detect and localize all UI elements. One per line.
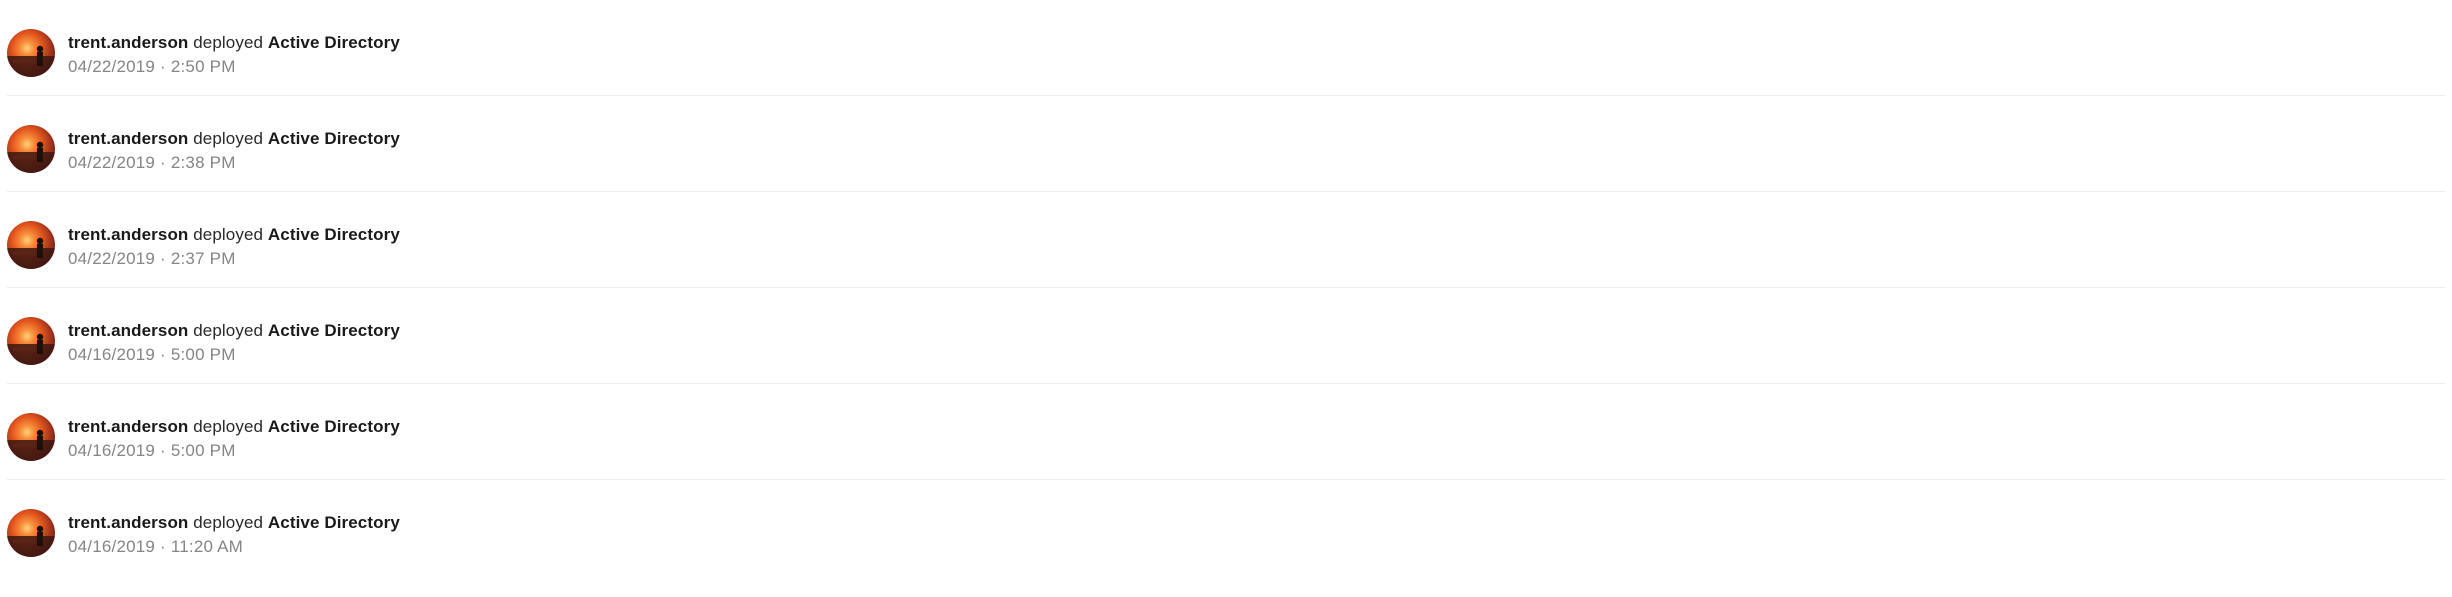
entry-summary: trent.anderson deployed Active Directory	[68, 128, 400, 150]
timestamp-separator: ·	[160, 249, 166, 268]
action-verb: deployed	[193, 33, 264, 52]
entry-text: trent.anderson deployed Active Directory…	[68, 416, 400, 462]
user-link[interactable]: trent.anderson	[68, 129, 188, 148]
entry-timestamp: 04/16/2019 · 5:00 PM	[68, 440, 400, 462]
action-verb: deployed	[193, 417, 264, 436]
target-link[interactable]: Active Directory	[268, 513, 400, 532]
user-avatar	[7, 221, 55, 269]
user-link[interactable]: trent.anderson	[68, 33, 188, 52]
activity-entry: trent.anderson deployed Active Directory…	[7, 384, 2445, 480]
entry-time: 5:00 PM	[170, 441, 236, 460]
activity-entry: trent.anderson deployed Active Directory…	[7, 480, 2445, 576]
entry-date: 04/16/2019	[68, 345, 156, 364]
timestamp-separator: ·	[160, 57, 166, 76]
user-link[interactable]: trent.anderson	[68, 321, 188, 340]
entry-timestamp: 04/22/2019 · 2:50 PM	[68, 56, 400, 78]
entry-date: 04/16/2019	[68, 537, 156, 556]
entry-timestamp: 04/22/2019 · 2:37 PM	[68, 248, 400, 270]
entry-date: 04/22/2019	[68, 153, 156, 172]
entry-time: 11:20 AM	[170, 537, 244, 556]
entry-time: 2:50 PM	[170, 57, 236, 76]
entry-text: trent.anderson deployed Active Directory…	[68, 320, 400, 366]
entry-time: 2:37 PM	[170, 249, 236, 268]
entry-date: 04/22/2019	[68, 57, 156, 76]
user-avatar	[7, 509, 55, 557]
activity-entry: trent.anderson deployed Active Directory…	[7, 288, 2445, 384]
entry-summary: trent.anderson deployed Active Directory	[68, 320, 400, 342]
activity-entry: trent.anderson deployed Active Directory…	[7, 96, 2445, 192]
user-avatar	[7, 125, 55, 173]
entry-summary: trent.anderson deployed Active Directory	[68, 512, 400, 534]
entry-text: trent.anderson deployed Active Directory…	[68, 32, 400, 78]
action-verb: deployed	[193, 321, 264, 340]
user-avatar	[7, 413, 55, 461]
entry-text: trent.anderson deployed Active Directory…	[68, 128, 400, 174]
target-link[interactable]: Active Directory	[268, 225, 400, 244]
activity-entry: trent.anderson deployed Active Directory…	[7, 0, 2445, 96]
user-avatar	[7, 317, 55, 365]
user-link[interactable]: trent.anderson	[68, 417, 188, 436]
user-link[interactable]: trent.anderson	[68, 225, 188, 244]
entry-summary: trent.anderson deployed Active Directory	[68, 416, 400, 438]
activity-entry: trent.anderson deployed Active Directory…	[7, 192, 2445, 288]
entry-text: trent.anderson deployed Active Directory…	[68, 512, 400, 558]
entry-date: 04/22/2019	[68, 249, 156, 268]
target-link[interactable]: Active Directory	[268, 417, 400, 436]
timestamp-separator: ·	[160, 537, 166, 556]
entry-summary: trent.anderson deployed Active Directory	[68, 32, 400, 54]
action-verb: deployed	[193, 225, 264, 244]
timestamp-separator: ·	[160, 345, 166, 364]
user-link[interactable]: trent.anderson	[68, 513, 188, 532]
entry-timestamp: 04/16/2019 · 5:00 PM	[68, 344, 400, 366]
entry-time: 2:38 PM	[170, 153, 236, 172]
entry-date: 04/16/2019	[68, 441, 156, 460]
entry-summary: trent.anderson deployed Active Directory	[68, 224, 400, 246]
timestamp-separator: ·	[160, 153, 166, 172]
action-verb: deployed	[193, 129, 264, 148]
target-link[interactable]: Active Directory	[268, 129, 400, 148]
entry-timestamp: 04/22/2019 · 2:38 PM	[68, 152, 400, 174]
user-avatar	[7, 29, 55, 77]
action-verb: deployed	[193, 513, 264, 532]
timestamp-separator: ·	[160, 441, 166, 460]
entry-text: trent.anderson deployed Active Directory…	[68, 224, 400, 270]
target-link[interactable]: Active Directory	[268, 321, 400, 340]
target-link[interactable]: Active Directory	[268, 33, 400, 52]
activity-feed: trent.anderson deployed Active Directory…	[0, 0, 2452, 597]
entry-timestamp: 04/16/2019 · 11:20 AM	[68, 536, 400, 558]
entry-time: 5:00 PM	[170, 345, 236, 364]
